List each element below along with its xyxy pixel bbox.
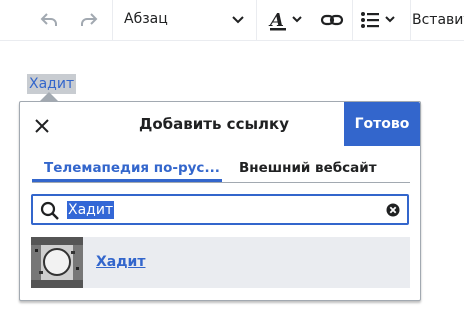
- chevron-down-icon: [232, 16, 244, 24]
- svg-text:A: A: [268, 10, 284, 31]
- tab-internal-link[interactable]: Телемапедия по-рус...: [44, 160, 220, 176]
- active-tab-indicator: [32, 179, 222, 182]
- link-button[interactable]: [314, 0, 350, 40]
- undo-icon: [40, 13, 57, 26]
- insert-menu-label: Вставить: [412, 12, 464, 28]
- clear-icon[interactable]: [386, 203, 400, 217]
- redo-icon: [81, 13, 98, 26]
- tab-external-link[interactable]: Внешний вебсайт: [239, 160, 377, 176]
- result-thumbnail: [31, 237, 83, 288]
- redo-button[interactable]: [76, 8, 102, 32]
- add-link-dialog: Добавить ссылку Готово Телемапедия по-ру…: [19, 101, 421, 301]
- link-icon: [320, 14, 344, 26]
- search-result-item[interactable]: Хадит: [31, 237, 410, 288]
- toolbar-divider: [256, 0, 257, 40]
- link-type-tabs: Телемапедия по-рус... Внешний вебсайт: [32, 154, 410, 183]
- toolbar-divider: [410, 0, 411, 40]
- selected-text[interactable]: Хадит: [27, 74, 77, 94]
- search-input-value: Хадит: [67, 201, 115, 219]
- text-style-button[interactable]: A: [258, 0, 310, 40]
- list-dropdown-button[interactable]: [354, 0, 408, 40]
- link-search-input[interactable]: Хадит: [31, 194, 409, 225]
- result-link-title: Хадит: [96, 254, 146, 270]
- search-icon: [40, 201, 59, 220]
- insert-menu-button[interactable]: Вставить: [412, 0, 464, 40]
- text-style-icon: A: [268, 10, 302, 31]
- paragraph-format-dropdown[interactable]: Абзац: [113, 0, 255, 40]
- bullet-list-icon: [361, 12, 395, 28]
- dialog-title: Добавить ссылку: [139, 115, 289, 133]
- toolbar-divider: [352, 0, 353, 40]
- editor-toolbar: Абзац A Вставить: [0, 0, 464, 41]
- undo-button[interactable]: [36, 8, 62, 32]
- paragraph-format-label: Абзац: [124, 11, 168, 27]
- done-button[interactable]: Готово: [344, 102, 420, 146]
